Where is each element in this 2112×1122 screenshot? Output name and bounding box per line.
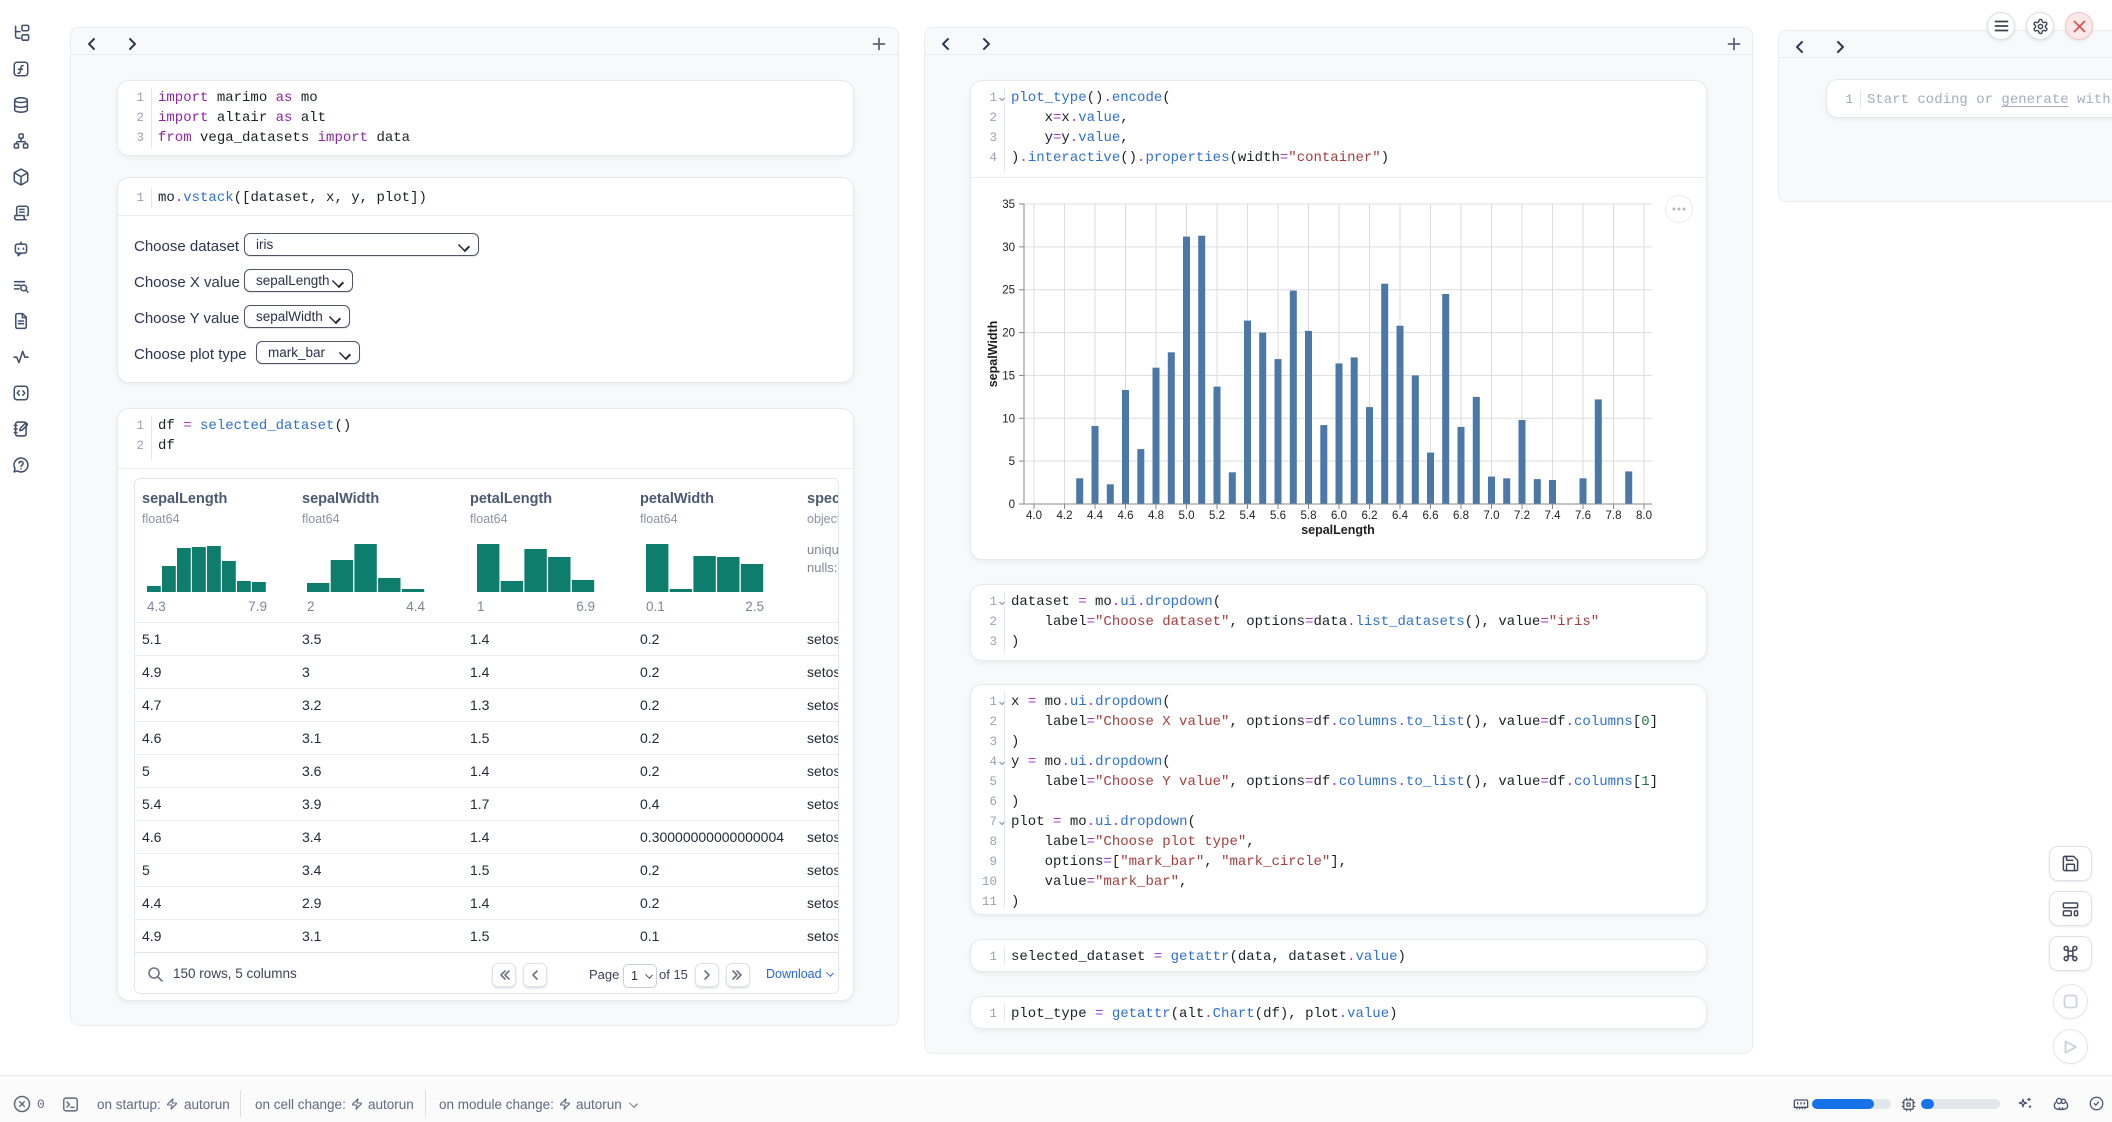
- svg-text:35: 35: [1002, 199, 1015, 211]
- svg-text:15: 15: [1002, 370, 1015, 382]
- svg-text:10: 10: [1002, 413, 1015, 425]
- svg-text:5: 5: [1009, 456, 1015, 468]
- svg-text:20: 20: [1002, 328, 1015, 340]
- svg-text:30: 30: [1002, 242, 1015, 254]
- svg-text:5.4: 5.4: [1240, 510, 1257, 522]
- svg-text:5.0: 5.0: [1179, 510, 1195, 522]
- svg-text:4.6: 4.6: [1118, 510, 1134, 522]
- svg-text:0: 0: [1009, 499, 1015, 511]
- svg-text:7.4: 7.4: [1545, 510, 1562, 522]
- svg-text:sepalWidth: sepalWidth: [986, 321, 1000, 388]
- svg-text:5.8: 5.8: [1301, 510, 1317, 522]
- svg-text:4.8: 4.8: [1148, 510, 1164, 522]
- svg-text:25: 25: [1002, 285, 1015, 297]
- svg-text:6.4: 6.4: [1392, 510, 1409, 522]
- svg-text:sepalLength: sepalLength: [1301, 523, 1375, 537]
- svg-text:8.0: 8.0: [1636, 510, 1652, 522]
- svg-text:6.2: 6.2: [1362, 510, 1378, 522]
- svg-text:6.0: 6.0: [1331, 510, 1347, 522]
- svg-text:6.6: 6.6: [1423, 510, 1439, 522]
- svg-text:5.6: 5.6: [1270, 510, 1286, 522]
- svg-text:4.4: 4.4: [1087, 510, 1104, 522]
- svg-text:4.0: 4.0: [1026, 510, 1042, 522]
- svg-text:5.2: 5.2: [1209, 510, 1225, 522]
- svg-text:6.8: 6.8: [1453, 510, 1469, 522]
- svg-text:7.6: 7.6: [1575, 510, 1591, 522]
- svg-text:7.0: 7.0: [1484, 510, 1500, 522]
- svg-text:7.2: 7.2: [1514, 510, 1530, 522]
- svg-text:7.8: 7.8: [1606, 510, 1622, 522]
- svg-text:4.2: 4.2: [1057, 510, 1073, 522]
